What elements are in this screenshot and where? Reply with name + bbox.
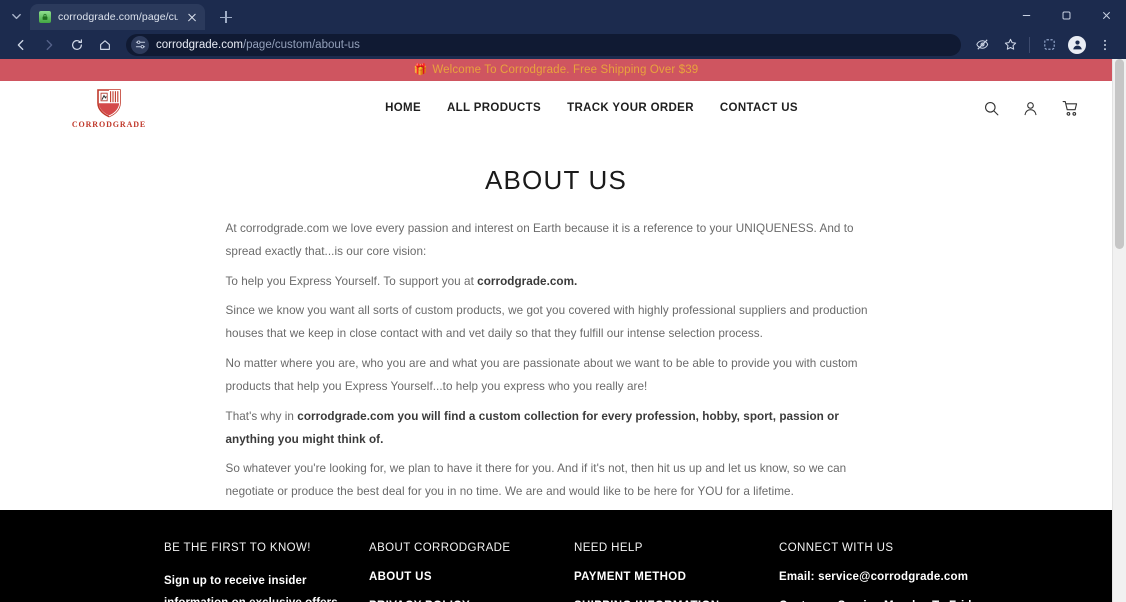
account-icon[interactable] [1022,100,1039,117]
paragraph-5-brand: corrodgrade.com you will find a custom c… [225,409,839,446]
main-content: ABOUT US At corrodgrade.com we love ever… [0,135,1112,539]
page-title: ABOUT US [484,165,628,195]
paragraph-2: To help you Express Yourself. To support… [226,271,889,294]
footer-help-column: NEED HELP PAYMENT METHOD SHIPPING INFORM… [574,542,779,602]
site-logo[interactable]: CORRODGRADE [0,88,200,129]
footer-about-column: ABOUT CORRODGRADE ABOUT US PRIVACY POLIC… [369,542,574,602]
browser-menu-icon[interactable] [1092,32,1118,58]
footer-link-about-us[interactable]: ABOUT US [369,571,558,583]
window-controls [1006,0,1126,30]
tab-strip: corrodgrade.com/page/custom [0,0,1126,30]
paragraph-2-prefix: To help you Express Yourself. To support… [225,274,478,288]
newsletter-subtext: Sign up to receive insider information o… [164,575,338,602]
url-domain: corrodgrade.com [156,38,243,51]
extensions-icon[interactable] [1036,32,1062,58]
about-content: At corrodgrade.com we love every passion… [224,218,889,539]
web-page: 🎁 Welcome To Corrodgrade. Free Shipping … [0,59,1112,602]
paragraph-4: No matter where you are, who you are and… [225,357,858,393]
paragraph-2-brand: corrodgrade.com. [477,274,578,288]
minimize-icon[interactable] [1006,0,1046,30]
footer-connect-column: CONNECT WITH US Email: service@corrodgra… [779,542,1009,602]
toolbar-divider [1029,36,1030,53]
help-column-heading: NEED HELP [574,542,643,554]
close-window-icon[interactable] [1086,0,1126,30]
cart-icon[interactable] [1061,99,1080,118]
browser-tab[interactable]: corrodgrade.com/page/custom [30,4,205,30]
tab-search-icon[interactable] [2,2,30,30]
lock-icon [39,11,51,23]
address-bar[interactable]: corrodgrade.com/page/custom/about-us [126,33,961,56]
nav-item-contact-us[interactable]: CONTACT US [720,102,798,114]
page-scrollbar[interactable] [1112,59,1126,602]
footer-link-payment-method[interactable]: PAYMENT METHOD [574,571,763,583]
connect-column-heading: CONNECT WITH US [779,542,894,554]
page-viewport: 🎁 Welcome To Corrodgrade. Free Shipping … [0,59,1126,602]
home-icon[interactable] [92,32,118,58]
site-footer: BE THE FIRST TO KNOW! Sign up to receive… [0,510,1112,602]
newsletter-heading: BE THE FIRST TO KNOW! [164,542,311,554]
announcement-text: Welcome To Corrodgrade. Free Shipping Ov… [432,64,699,76]
site-settings-icon[interactable] [131,35,149,54]
gift-icon: 🎁 [413,63,428,76]
close-icon[interactable] [185,10,199,24]
profile-avatar[interactable] [1064,32,1090,58]
nav-item-home[interactable]: HOME [385,102,421,114]
bookmark-star-icon[interactable] [997,32,1023,58]
navigation-toolbar: corrodgrade.com/page/custom/about-us [0,30,1126,59]
url-text: corrodgrade.com/page/custom/about-us [156,39,360,51]
shield-crest-icon [96,88,122,118]
paragraph-6: So whatever you're looking for, we plan … [225,462,847,499]
main-navigation: HOME ALL PRODUCTS TRACK YOUR ORDER CONTA… [200,102,983,114]
back-arrow-icon[interactable] [8,32,34,58]
header-actions [983,99,1084,118]
footer-newsletter-column: BE THE FIRST TO KNOW! Sign up to receive… [164,542,369,602]
paragraph-1: At corrodgrade.com we love every passion… [225,222,854,258]
nav-item-all-products[interactable]: ALL PRODUCTS [447,102,541,114]
toolbar-actions [969,32,1118,58]
new-tab-button[interactable] [213,4,239,30]
about-column-heading: ABOUT CORRODGRADE [369,542,511,554]
tab-title: corrodgrade.com/page/custom [58,11,178,23]
site-header: CORRODGRADE HOME ALL PRODUCTS TRACK YOUR… [0,81,1112,135]
reload-icon[interactable] [64,32,90,58]
footer-email[interactable]: Email: service@corrodgrade.com [779,571,993,583]
paragraph-5-prefix: That's why in [225,409,298,423]
announcement-bar: 🎁 Welcome To Corrodgrade. Free Shipping … [0,59,1112,81]
forward-arrow-icon[interactable] [36,32,62,58]
paragraph-5: That's why in corrodgrade.com you will f… [226,406,889,452]
search-icon[interactable] [983,100,1000,117]
scrollbar-thumb[interactable] [1115,59,1124,249]
url-path: /page/custom/about-us [242,38,360,51]
tracking-protection-icon[interactable] [969,32,995,58]
maximize-icon[interactable] [1046,0,1086,30]
browser-window: corrodgrade.com/page/custom [0,0,1126,602]
logo-wordmark: CORRODGRADE [71,119,147,129]
paragraph-3: Since we know you want all sorts of cust… [225,304,868,341]
nav-item-track-your-order[interactable]: TRACK YOUR ORDER [567,102,694,114]
